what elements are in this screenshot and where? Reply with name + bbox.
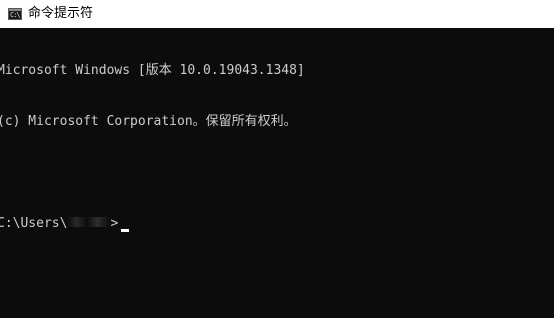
text-cursor [121, 229, 130, 232]
redacted-username [68, 217, 111, 227]
command-prompt-window: C:\ 命令提示符 Microsoft Windows [版本 10.0.190… [0, 0, 554, 318]
window-title: 命令提示符 [28, 6, 94, 21]
cmd-icon-glyph: C:\ [10, 11, 21, 19]
command-prompt-line[interactable]: C:\Users\ > [0, 215, 554, 232]
prompt-path: C:\Users\ [0, 216, 68, 231]
prompt-symbol: > [110, 216, 119, 231]
version-line: Microsoft Windows [版本 10.0.19043.1348] [0, 63, 305, 78]
console-output[interactable]: Microsoft Windows [版本 10.0.19043.1348] (… [0, 28, 554, 318]
title-bar[interactable]: C:\ 命令提示符 [0, 0, 554, 28]
cmd-console-icon: C:\ [8, 8, 22, 20]
copyright-line: (c) Microsoft Corporation。保留所有权利。 [0, 114, 297, 129]
